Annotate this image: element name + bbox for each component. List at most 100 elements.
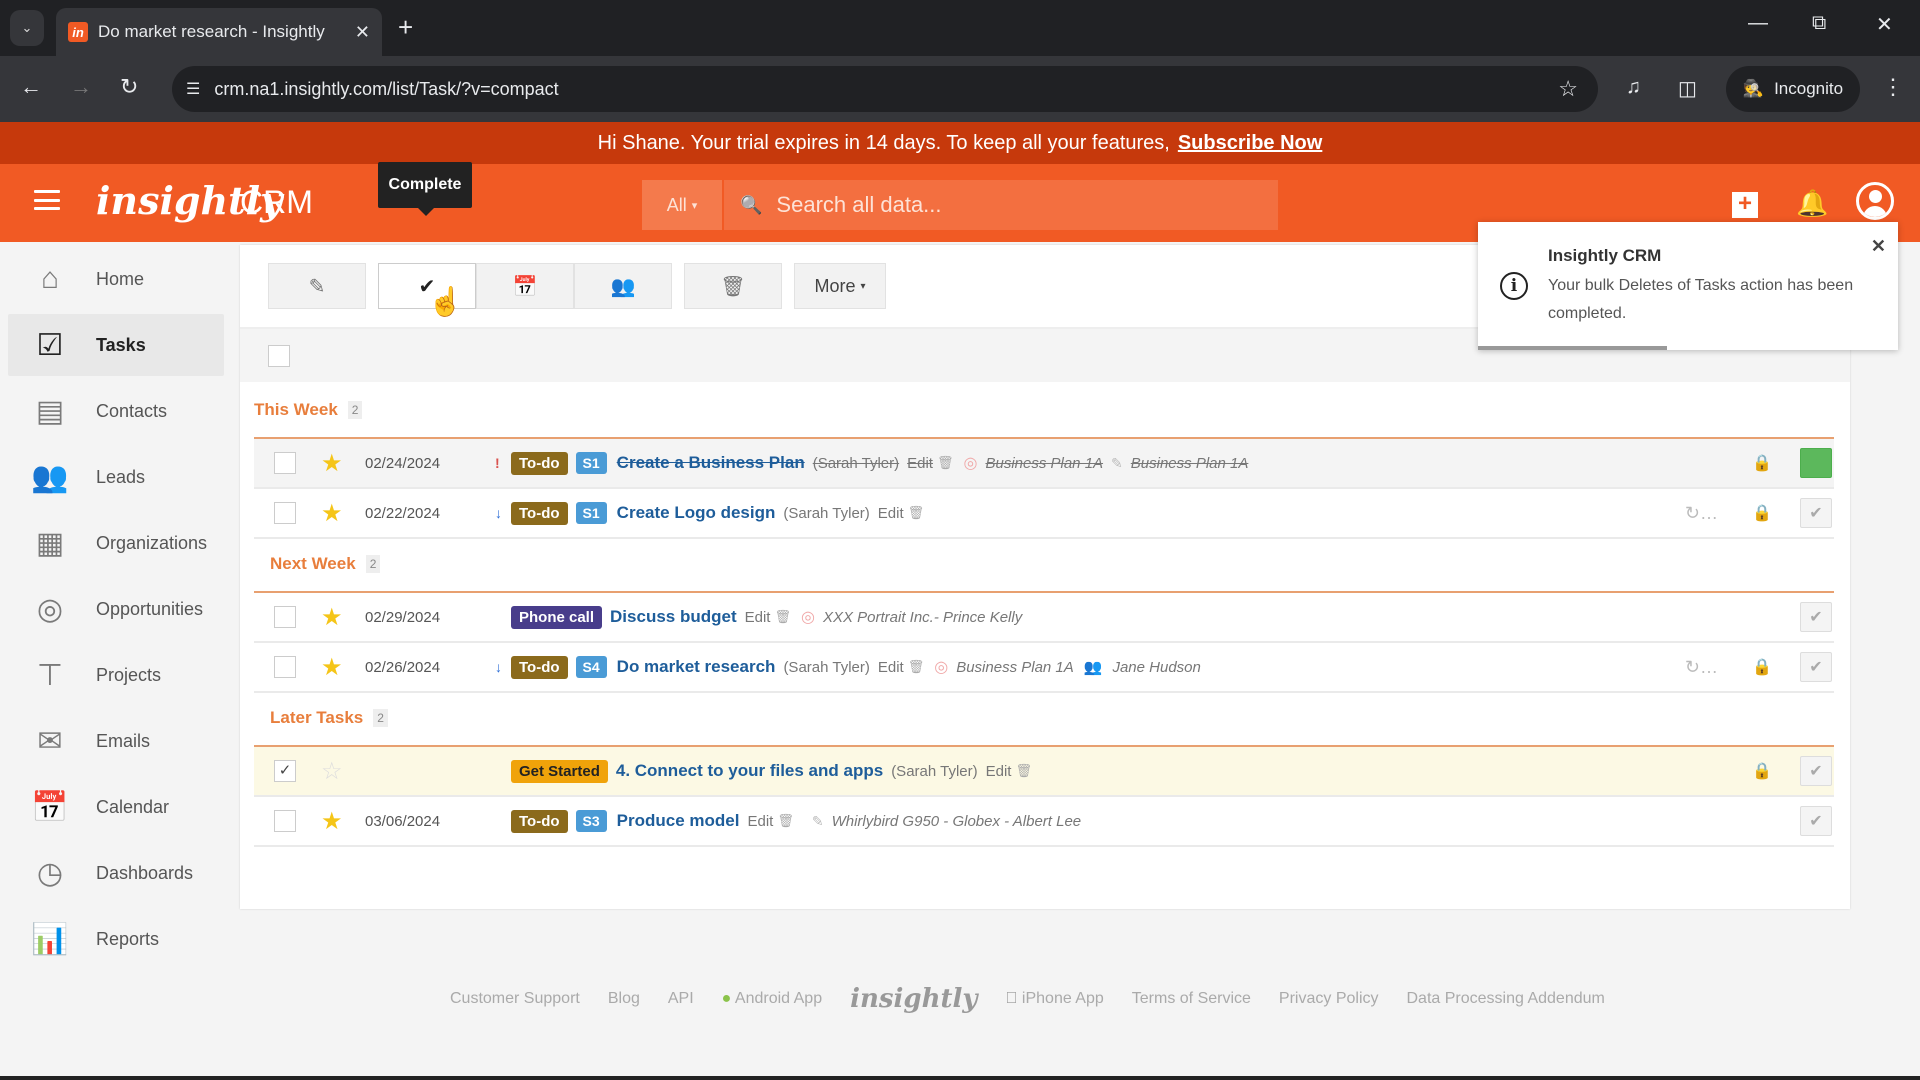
row-checkbox-checked[interactable]: ✓: [274, 760, 296, 782]
notifications-bell-icon[interactable]: 🔔: [1796, 188, 1828, 219]
delete-button[interactable]: 🗑: [684, 263, 782, 309]
row-checkbox[interactable]: [274, 656, 296, 678]
side-panel-icon[interactable]: ◫: [1678, 76, 1697, 101]
sidebar-item-projects[interactable]: ⊤ Projects: [8, 644, 224, 706]
task-title-link[interactable]: Produce model: [617, 811, 740, 831]
star-icon[interactable]: ★: [321, 807, 345, 836]
edit-link[interactable]: Edit: [878, 659, 904, 676]
star-icon[interactable]: ★: [321, 449, 345, 478]
related-project-link[interactable]: Business Plan 1A: [1131, 455, 1249, 472]
browser-tab-active[interactable]: in Do market research - Insightly ✕: [56, 8, 382, 56]
window-close-icon[interactable]: ✕: [1876, 12, 1893, 37]
user-avatar-icon[interactable]: [1856, 182, 1894, 220]
incognito-indicator[interactable]: 🕵 Incognito: [1726, 66, 1860, 112]
related-opportunity-link[interactable]: Business Plan 1A: [956, 659, 1074, 676]
address-bar[interactable]: ☰ crm.na1.insightly.com/list/Task/?v=com…: [172, 66, 1598, 112]
task-title-link[interactable]: Discuss budget: [610, 607, 737, 627]
tab-search-button[interactable]: ⌄: [10, 10, 44, 46]
sidebar-item-leads[interactable]: 👥 Leads: [8, 446, 224, 508]
related-project-link[interactable]: Whirlybird G950 - Globex - Albert Lee: [832, 813, 1082, 830]
star-outline-icon[interactable]: ☆: [321, 757, 345, 786]
footer-link-privacy[interactable]: Privacy Policy: [1279, 990, 1379, 1008]
tab-close-icon[interactable]: ✕: [355, 22, 370, 43]
edit-link[interactable]: Edit: [907, 455, 933, 472]
toast-title: Insightly CRM: [1548, 246, 1662, 265]
sidebar-item-reports[interactable]: 📊 Reports: [8, 908, 224, 970]
delete-icon[interactable]: 🗑: [937, 455, 954, 471]
task-title-link[interactable]: Do market research: [617, 657, 776, 677]
back-icon[interactable]: ←: [20, 74, 42, 100]
browser-menu-icon[interactable]: ⋮: [1882, 74, 1904, 100]
task-title-link[interactable]: Create Logo design: [617, 503, 776, 523]
complete-toggle[interactable]: ✔: [1800, 602, 1832, 632]
group-header[interactable]: Next Week 2: [254, 537, 1834, 593]
reload-icon[interactable]: ↻: [120, 74, 138, 100]
complete-toggle[interactable]: ✔: [1800, 448, 1832, 478]
restore-icon[interactable]: ⧉: [1812, 12, 1826, 35]
delete-icon[interactable]: 🗑: [777, 813, 794, 829]
row-checkbox[interactable]: [274, 452, 296, 474]
sidebar-item-contacts[interactable]: ▤ Contacts: [8, 380, 224, 442]
reschedule-button[interactable]: 📅: [476, 263, 574, 309]
sidebar-item-label: Contacts: [96, 400, 168, 421]
site-settings-icon[interactable]: ☰: [186, 79, 200, 99]
footer-link-iphone-app[interactable]:  iPhone App: [1005, 990, 1103, 1008]
edit-link[interactable]: Edit: [747, 813, 773, 830]
select-all-checkbox[interactable]: [268, 345, 290, 367]
task-title-link[interactable]: Create a Business Plan: [617, 453, 805, 473]
row-checkbox[interactable]: [274, 502, 296, 524]
project-icon: ✎: [811, 812, 824, 829]
forward-icon[interactable]: →: [70, 74, 92, 100]
group-header[interactable]: This Week 2: [254, 383, 1834, 439]
assign-button[interactable]: 👥: [574, 263, 672, 309]
delete-icon[interactable]: 🗑: [908, 659, 925, 675]
edit-button[interactable]: ✎: [268, 263, 366, 309]
related-contact-link[interactable]: Jane Hudson: [1112, 659, 1200, 676]
delete-icon[interactable]: 🗑: [908, 505, 925, 521]
media-controls-icon[interactable]: ♫: [1626, 76, 1641, 99]
delete-icon[interactable]: 🗑: [1015, 763, 1032, 779]
search-scope-dropdown[interactable]: All ▾: [642, 180, 724, 230]
minimize-icon[interactable]: —: [1748, 12, 1768, 35]
footer-link-terms[interactable]: Terms of Service: [1132, 990, 1251, 1008]
related-opportunity-link[interactable]: XXX Portrait Inc.- Prince Kelly: [823, 609, 1022, 626]
edit-link[interactable]: Edit: [745, 609, 771, 626]
footer-link-android-app[interactable]: ● Android App: [722, 990, 822, 1008]
row-checkbox[interactable]: [274, 606, 296, 628]
quick-add-icon[interactable]: +: [1732, 192, 1758, 218]
complete-toggle[interactable]: ✔: [1800, 756, 1832, 786]
new-tab-button[interactable]: +: [398, 12, 413, 43]
footer-link-dpa[interactable]: Data Processing Addendum: [1407, 990, 1605, 1008]
group-header[interactable]: Later Tasks 2: [254, 691, 1834, 747]
sidebar-item-opportunities[interactable]: ◎ Opportunities: [8, 578, 224, 640]
star-icon[interactable]: ★: [321, 653, 345, 682]
footer-link-customer-support[interactable]: Customer Support: [450, 990, 580, 1008]
delete-icon[interactable]: 🗑: [774, 609, 791, 625]
sidebar-item-calendar[interactable]: 📅 Calendar: [8, 776, 224, 838]
edit-link[interactable]: Edit: [878, 505, 904, 522]
bookmark-star-icon[interactable]: ☆: [1558, 76, 1578, 102]
subscribe-now-link[interactable]: Subscribe Now: [1178, 132, 1322, 155]
sidebar-item-home[interactable]: ⌂ Home: [8, 248, 224, 310]
browser-tab-bar: ⌄ in Do market research - Insightly ✕ + …: [0, 0, 1920, 56]
sidebar-item-organizations[interactable]: ▦ Organizations: [8, 512, 224, 574]
edit-link[interactable]: Edit: [986, 763, 1012, 780]
more-button[interactable]: More ▾: [794, 263, 886, 309]
sidebar-item-dashboards[interactable]: ◷ Dashboards: [8, 842, 224, 904]
complete-toggle[interactable]: ✔: [1800, 498, 1832, 528]
contact-icon: 👥: [1083, 659, 1103, 676]
task-title-link[interactable]: 4. Connect to your files and apps: [616, 761, 883, 781]
footer-link-blog[interactable]: Blog: [608, 990, 640, 1008]
sidebar-item-emails[interactable]: ✉ Emails: [8, 710, 224, 772]
hamburger-menu-icon[interactable]: [34, 190, 60, 210]
related-opportunity-link[interactable]: Business Plan 1A: [985, 455, 1103, 472]
complete-toggle[interactable]: ✔: [1800, 652, 1832, 682]
star-icon[interactable]: ★: [321, 603, 345, 632]
row-checkbox[interactable]: [274, 810, 296, 832]
sidebar-item-tasks[interactable]: ☑ Tasks: [8, 314, 224, 376]
search-input[interactable]: 🔍 Search all data...: [724, 180, 1278, 230]
footer-link-api[interactable]: API: [668, 990, 694, 1008]
star-icon[interactable]: ★: [321, 499, 345, 528]
complete-toggle[interactable]: ✔: [1800, 806, 1832, 836]
close-icon[interactable]: ✕: [1871, 236, 1886, 257]
